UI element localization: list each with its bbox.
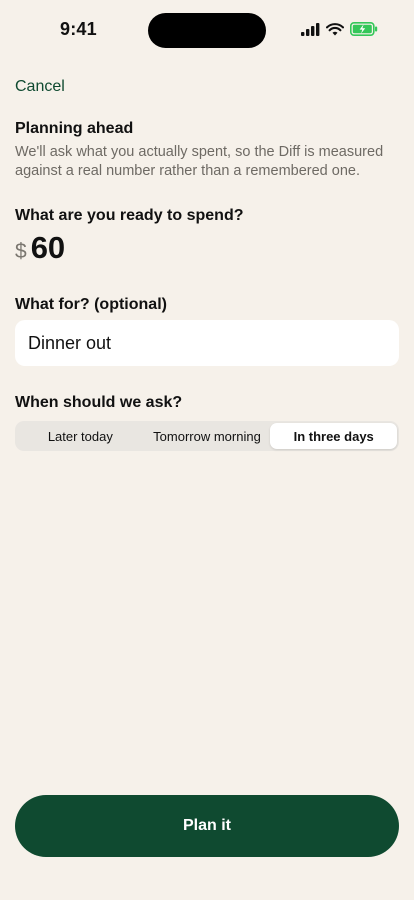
amount-value[interactable]: 60: [31, 230, 65, 266]
amount-label: What are you ready to spend?: [15, 207, 244, 224]
segment-later-today[interactable]: Later today: [17, 423, 144, 449]
intro-description: We'll ask what you actually spent, so th…: [15, 144, 384, 179]
status-icons: [301, 22, 378, 36]
intro-title: Planning ahead: [15, 120, 134, 137]
purpose-label: What for? (optional): [15, 296, 167, 313]
wifi-icon: [326, 22, 344, 36]
currency-symbol: $: [15, 240, 27, 263]
battery-charging-icon: [350, 22, 378, 36]
segment-tomorrow-morning[interactable]: Tomorrow morning: [144, 423, 271, 449]
amount-field[interactable]: $ 60: [15, 230, 65, 266]
segment-in-three-days[interactable]: In three days: [270, 423, 398, 449]
status-time: 9:41: [60, 19, 97, 39]
cancel-button[interactable]: Cancel: [15, 78, 65, 96]
purpose-input[interactable]: [15, 320, 399, 366]
dynamic-island: [148, 13, 266, 48]
timing-segmented-control: Later today Tomorrow morning In three da…: [15, 421, 399, 451]
plan-ahead-screen: 9:41 Cancel Planning ahead We'll ask wha…: [0, 0, 414, 900]
cellular-signal-icon: [301, 22, 320, 36]
plan-it-button[interactable]: Plan it: [15, 795, 399, 857]
timing-label: When should we ask?: [15, 394, 183, 411]
status-bar: 9:41: [0, 0, 414, 60]
